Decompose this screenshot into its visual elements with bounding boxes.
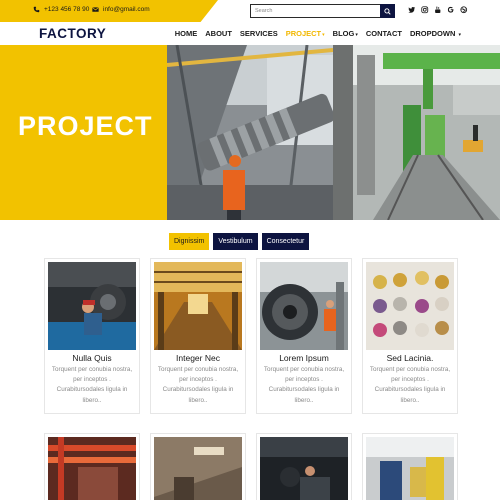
project-description: Torquent per conubia nostra, per incepto… xyxy=(51,366,133,404)
social-links xyxy=(408,6,468,14)
site-logo[interactable]: FACTORY xyxy=(39,26,106,41)
phone-icon xyxy=(33,6,40,13)
nav-item-home[interactable]: HOME xyxy=(175,29,198,38)
nav-item-blog[interactable]: BLOG▾ xyxy=(333,29,358,38)
nav-item-label: ABOUT xyxy=(205,29,232,38)
project-title: Sed Lacinia. xyxy=(386,353,434,363)
project-title: Lorem Ipsum xyxy=(279,353,329,363)
nav-item-label: SERVICES xyxy=(239,29,278,38)
phone-contact[interactable]: +123 456 78 90 xyxy=(33,6,89,13)
project-card[interactable] xyxy=(44,433,140,500)
dribbble-icon[interactable] xyxy=(460,6,468,14)
nav-item-about[interactable]: ABOUT xyxy=(205,29,232,38)
nav-item-contact[interactable]: CONTACT xyxy=(366,29,402,38)
phone-text: +123 456 78 90 xyxy=(44,6,90,13)
project-card[interactable] xyxy=(362,433,458,500)
chevron-down-icon: ▾ xyxy=(322,32,325,38)
instagram-icon[interactable] xyxy=(421,6,429,14)
nav-item-services[interactable]: SERVICES xyxy=(240,29,278,38)
project-image-hall xyxy=(154,437,242,500)
project-card[interactable]: Integer Nec Torquent per conubia nostra,… xyxy=(150,258,246,414)
project-card[interactable]: Nulla Quis Torquent per conubia nostra, … xyxy=(44,258,140,414)
nav-item-label: DROPDOWN xyxy=(409,29,456,38)
project-image-welder xyxy=(260,437,348,500)
hero-title-panel: PROJECT xyxy=(0,45,167,220)
nav-item-label: BLOG xyxy=(332,29,355,38)
project-card[interactable]: Sed Lacinia. Torquent per conubia nostra… xyxy=(362,258,458,414)
nav-item-label: HOME xyxy=(174,29,198,38)
google-icon[interactable] xyxy=(447,6,455,14)
project-card[interactable] xyxy=(150,433,246,500)
search-input[interactable] xyxy=(250,4,380,18)
project-description: Torquent per conubia nostra, per incepto… xyxy=(369,366,451,404)
nav-item-label: CONTACT xyxy=(365,29,402,38)
project-description: Torquent per conubia nostra, per incepto… xyxy=(157,366,239,404)
project-filters: Dignissim Vestibulum Consectetur xyxy=(169,233,310,250)
nav-item-project[interactable]: PROJECT▾ xyxy=(286,29,325,38)
main-navbar: FACTORY HOME ABOUT SERVICES PROJECT▾ BLO… xyxy=(0,22,500,45)
project-card[interactable]: Lorem Ipsum Torquent per conubia nostra,… xyxy=(256,258,352,414)
project-image-pipes xyxy=(48,437,136,500)
filter-consectetur[interactable]: Consectetur xyxy=(261,233,310,250)
email-contact[interactable]: info@gmail.com xyxy=(92,6,150,13)
project-image-warehouse xyxy=(154,262,242,350)
project-title: Nulla Quis xyxy=(72,353,112,363)
search-button[interactable] xyxy=(380,4,395,18)
project-title: Integer Nec xyxy=(176,353,220,363)
envelope-icon xyxy=(92,7,99,12)
project-card[interactable] xyxy=(256,433,352,500)
project-image-fabric-rolls xyxy=(366,262,454,350)
nav-item-dropdown[interactable]: DROPDOWN ▾ xyxy=(410,29,461,38)
filter-dignissim[interactable]: Dignissim xyxy=(169,233,210,250)
project-description: Torquent per conubia nostra, per incepto… xyxy=(263,366,345,404)
youtube-icon[interactable] xyxy=(434,6,442,14)
page-title: PROJECT xyxy=(18,111,153,141)
twitter-icon[interactable] xyxy=(408,6,416,14)
nav-item-label: PROJECT xyxy=(285,29,322,38)
search-bar xyxy=(250,4,395,18)
hero-banner: PROJECT xyxy=(0,45,500,220)
filter-vestibulum[interactable]: Vestibulum xyxy=(213,233,258,250)
hero-image-factory-floor xyxy=(333,45,500,220)
hero-image-crane-shaft xyxy=(167,45,333,220)
email-text: info@gmail.com xyxy=(103,6,150,13)
project-image-mechanic xyxy=(48,262,136,350)
main-menu: HOME ABOUT SERVICES PROJECT▾ BLOG▾ CONTA… xyxy=(175,22,461,45)
chevron-down-icon: ▾ xyxy=(458,32,461,38)
project-image-forklift xyxy=(366,437,454,500)
chevron-down-icon: ▾ xyxy=(355,32,358,38)
search-icon xyxy=(384,7,391,15)
project-image-gear-worker xyxy=(260,262,348,350)
top-bar: +123 456 78 90 info@gmail.com xyxy=(0,0,500,22)
